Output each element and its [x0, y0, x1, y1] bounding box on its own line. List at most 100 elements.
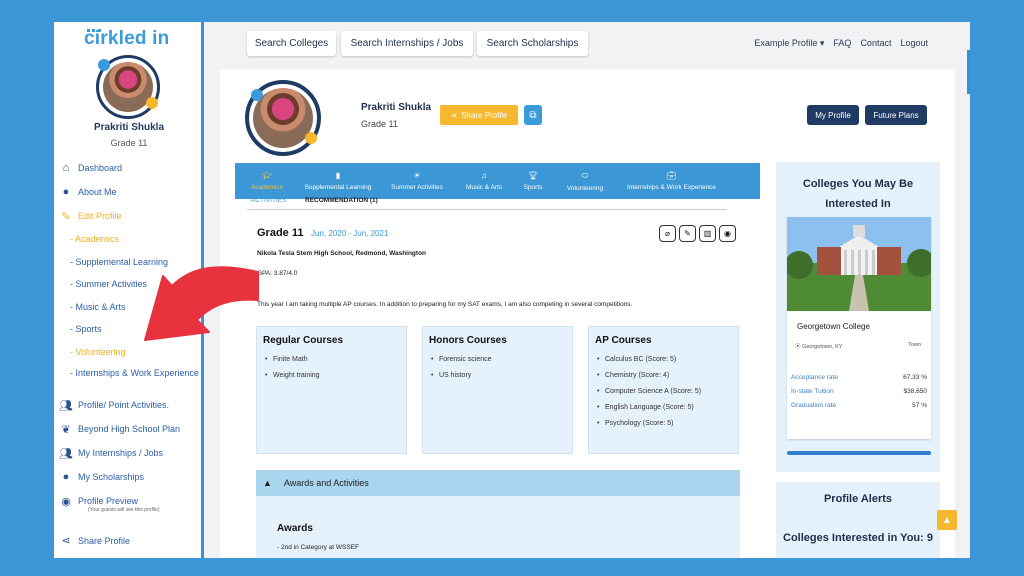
- course-item: Weight training: [263, 372, 400, 379]
- sub-tabs: ACTIVITIES RECOMMENDATION (1): [247, 196, 727, 210]
- copy-link-button[interactable]: ⧉: [524, 105, 542, 125]
- course-item: Computer Science A (Score: 5): [595, 388, 732, 395]
- tab-music-arts[interactable]: ♫ Music & Arts: [457, 163, 511, 199]
- sidebar-item-label: My Scholarships: [78, 472, 145, 482]
- book-icon: ▮: [335, 171, 341, 180]
- pin-icon: ⦿: [795, 344, 801, 350]
- academic-description: This year I am taking multiple AP course…: [257, 301, 633, 308]
- sidebar-item-about-me[interactable]: ● About Me: [58, 180, 202, 204]
- category-tabs: 🎓︎ Academics ▮ Supplemental Learning ☀︎ Sum…: [235, 163, 760, 199]
- subtab-activities[interactable]: ACTIVITIES: [251, 197, 286, 204]
- logo[interactable]: cirkled in: [84, 28, 169, 50]
- sidebar-subitem-supplemental[interactable]: - Supplemental Learning: [58, 251, 202, 274]
- users-icon: 👥︎: [59, 447, 73, 460]
- course-item: Finite Math: [263, 356, 400, 363]
- tab-academics[interactable]: 🎓︎ Academics: [235, 163, 299, 199]
- my-profile-button[interactable]: My Profile: [807, 105, 859, 125]
- future-plans-button[interactable]: Future Plans: [865, 105, 927, 125]
- subtab-recommendation[interactable]: RECOMMENDATION (1): [305, 197, 378, 204]
- tab-volunteering[interactable]: ⬭ Volunteering: [555, 163, 615, 199]
- course-item: Forensic science: [429, 356, 566, 363]
- contact-link[interactable]: Contact: [860, 38, 891, 49]
- home-icon: ⌂: [62, 162, 70, 174]
- visibility-icon[interactable]: ◉: [719, 225, 736, 242]
- college-name[interactable]: Georgetown College: [797, 322, 870, 331]
- colleges-panel: Colleges You May Be Interested In George…: [776, 162, 940, 472]
- logout-link[interactable]: Logout: [900, 38, 928, 49]
- profile-alerts-panel: Profile Alerts Colleges Interested in Yo…: [776, 482, 940, 558]
- stat-graduation: Graduation rate 57 %: [791, 402, 927, 409]
- edit-icon: ✎: [61, 210, 71, 223]
- sidebar: cirkled in Prakriti Shukla Grade 11 ⌂ Da…: [54, 22, 204, 558]
- user-icon: ●: [62, 186, 70, 198]
- sidebar-subitem-internships[interactable]: - Internships & Work Experience: [58, 363, 202, 393]
- app-window: cirkled in Prakriti Shukla Grade 11 ⌂ Da…: [54, 22, 970, 558]
- sidebar-item-label: Profile/ Point Activities.: [78, 400, 170, 410]
- graduation-cap-icon: 🎓︎: [261, 171, 273, 180]
- faq-link[interactable]: FAQ: [833, 38, 851, 49]
- sidebar-subitem-academics[interactable]: - Academics: [58, 228, 202, 251]
- course-item: US history: [429, 372, 566, 379]
- scroll-top-button[interactable]: ▲: [937, 510, 957, 530]
- course-item: Calculus BC (Score: 5): [595, 356, 732, 363]
- award-item: - 2nd in Category at WSSEF: [277, 544, 360, 551]
- tab-internships[interactable]: 💼︎ Internships & Work Experience: [615, 163, 728, 199]
- sidebar-item-internships-jobs[interactable]: 👥︎ My Internships / Jobs: [58, 441, 202, 465]
- sidebar-subitem-summer[interactable]: - Summer Activities: [58, 273, 202, 296]
- sidebar-share-label: Share Profile: [78, 535, 131, 546]
- search-colleges-button[interactable]: Search Colleges: [247, 31, 336, 56]
- decor-dot: [251, 89, 263, 101]
- sidebar-item-label: Profile Preview: [78, 496, 139, 506]
- users-icon: 👥︎: [59, 399, 73, 412]
- sidebar-user-name: Prakriti Shukla: [93, 122, 165, 133]
- tab-supplemental-learning[interactable]: ▮ Supplemental Learning: [299, 163, 377, 199]
- profile-grade: Grade 11: [361, 119, 398, 129]
- share-icon: ⋖: [450, 110, 458, 120]
- regular-courses-title: Regular Courses: [263, 335, 344, 346]
- awards-panel: Awards - 2nd in Category at WSSEF: [256, 496, 740, 558]
- tab-sports[interactable]: 🏆︎ Sports: [511, 163, 555, 199]
- share-profile-button[interactable]: ⋖ Share Profile: [440, 105, 518, 125]
- carousel-indicator[interactable]: [787, 451, 931, 455]
- chevron-up-icon: ▲: [942, 514, 952, 526]
- main-content: Prakriti Shukla Grade 11 ⋖ Share Profile…: [220, 69, 955, 558]
- sidebar-item-edit-profile[interactable]: ✎ Edit Profile: [58, 204, 202, 228]
- caret-up-icon: ▲: [263, 478, 272, 488]
- college-card[interactable]: Georgetown College ⦿ Georgetown, KY Town…: [787, 217, 931, 439]
- sidebar-share-profile[interactable]: ⋖ Share Profile: [58, 534, 130, 547]
- record-actions: ⌀ ✎ ▥ ◉: [659, 225, 736, 242]
- copy-icon: ⧉: [529, 109, 537, 121]
- awards-bar-label: Awards and Activities: [283, 478, 369, 488]
- sidebar-subitem-sports[interactable]: - Sports: [58, 318, 202, 341]
- scrollbar[interactable]: [967, 50, 970, 94]
- colleges-interested-count[interactable]: Colleges Interested in You: 9: [776, 528, 940, 548]
- music-icon: ♫: [481, 171, 487, 180]
- awards-accordion-header[interactable]: ▲ Awards and Activities: [256, 470, 740, 496]
- sidebar-item-dashboard[interactable]: ⌂ Dashboard: [58, 156, 202, 180]
- sun-icon: ☀︎: [413, 171, 421, 180]
- decor-dot: [305, 132, 317, 144]
- sidebar-item-label: About Me: [78, 187, 117, 197]
- sidebar-item-point-activities[interactable]: 👥︎ Profile/ Point Activities.: [58, 393, 202, 417]
- awards-title: Awards: [277, 523, 313, 534]
- sidebar-item-label: Beyond High School Plan: [78, 424, 181, 434]
- course-item: English Language (Score: 5): [595, 404, 732, 411]
- sidebar-subitem-music-arts[interactable]: - Music & Arts: [58, 296, 202, 319]
- sidebar-subitem-volunteering[interactable]: - Volunteering: [58, 341, 202, 364]
- top-links: Example Profile ▾ FAQ Contact Logout: [754, 38, 928, 49]
- ap-courses-box: AP Courses Calculus BC (Score: 5) Chemis…: [588, 326, 739, 454]
- course-item: Chemistry (Score: 4): [595, 372, 732, 379]
- edit-icon[interactable]: ✎: [679, 225, 696, 242]
- sidebar-item-label: Dashboard: [78, 163, 123, 173]
- search-internships-button[interactable]: Search Internships / Jobs: [341, 31, 473, 56]
- attach-icon[interactable]: ⌀: [659, 225, 676, 242]
- search-scholarships-button[interactable]: Search Scholarships: [477, 31, 588, 56]
- sidebar-item-scholarships[interactable]: ● My Scholarships: [58, 465, 202, 489]
- college-location: ⦿ Georgetown, KY: [795, 344, 843, 350]
- example-profile-dropdown[interactable]: Example Profile ▾: [754, 38, 824, 49]
- tab-summer-activities[interactable]: ☀︎ Summer Activities: [377, 163, 457, 199]
- decor-dot: [146, 97, 158, 109]
- eye-icon: ◉: [61, 495, 71, 508]
- sidebar-item-beyond-high-school[interactable]: ❦ Beyond High School Plan: [58, 417, 202, 441]
- delete-icon[interactable]: ▥: [699, 225, 716, 242]
